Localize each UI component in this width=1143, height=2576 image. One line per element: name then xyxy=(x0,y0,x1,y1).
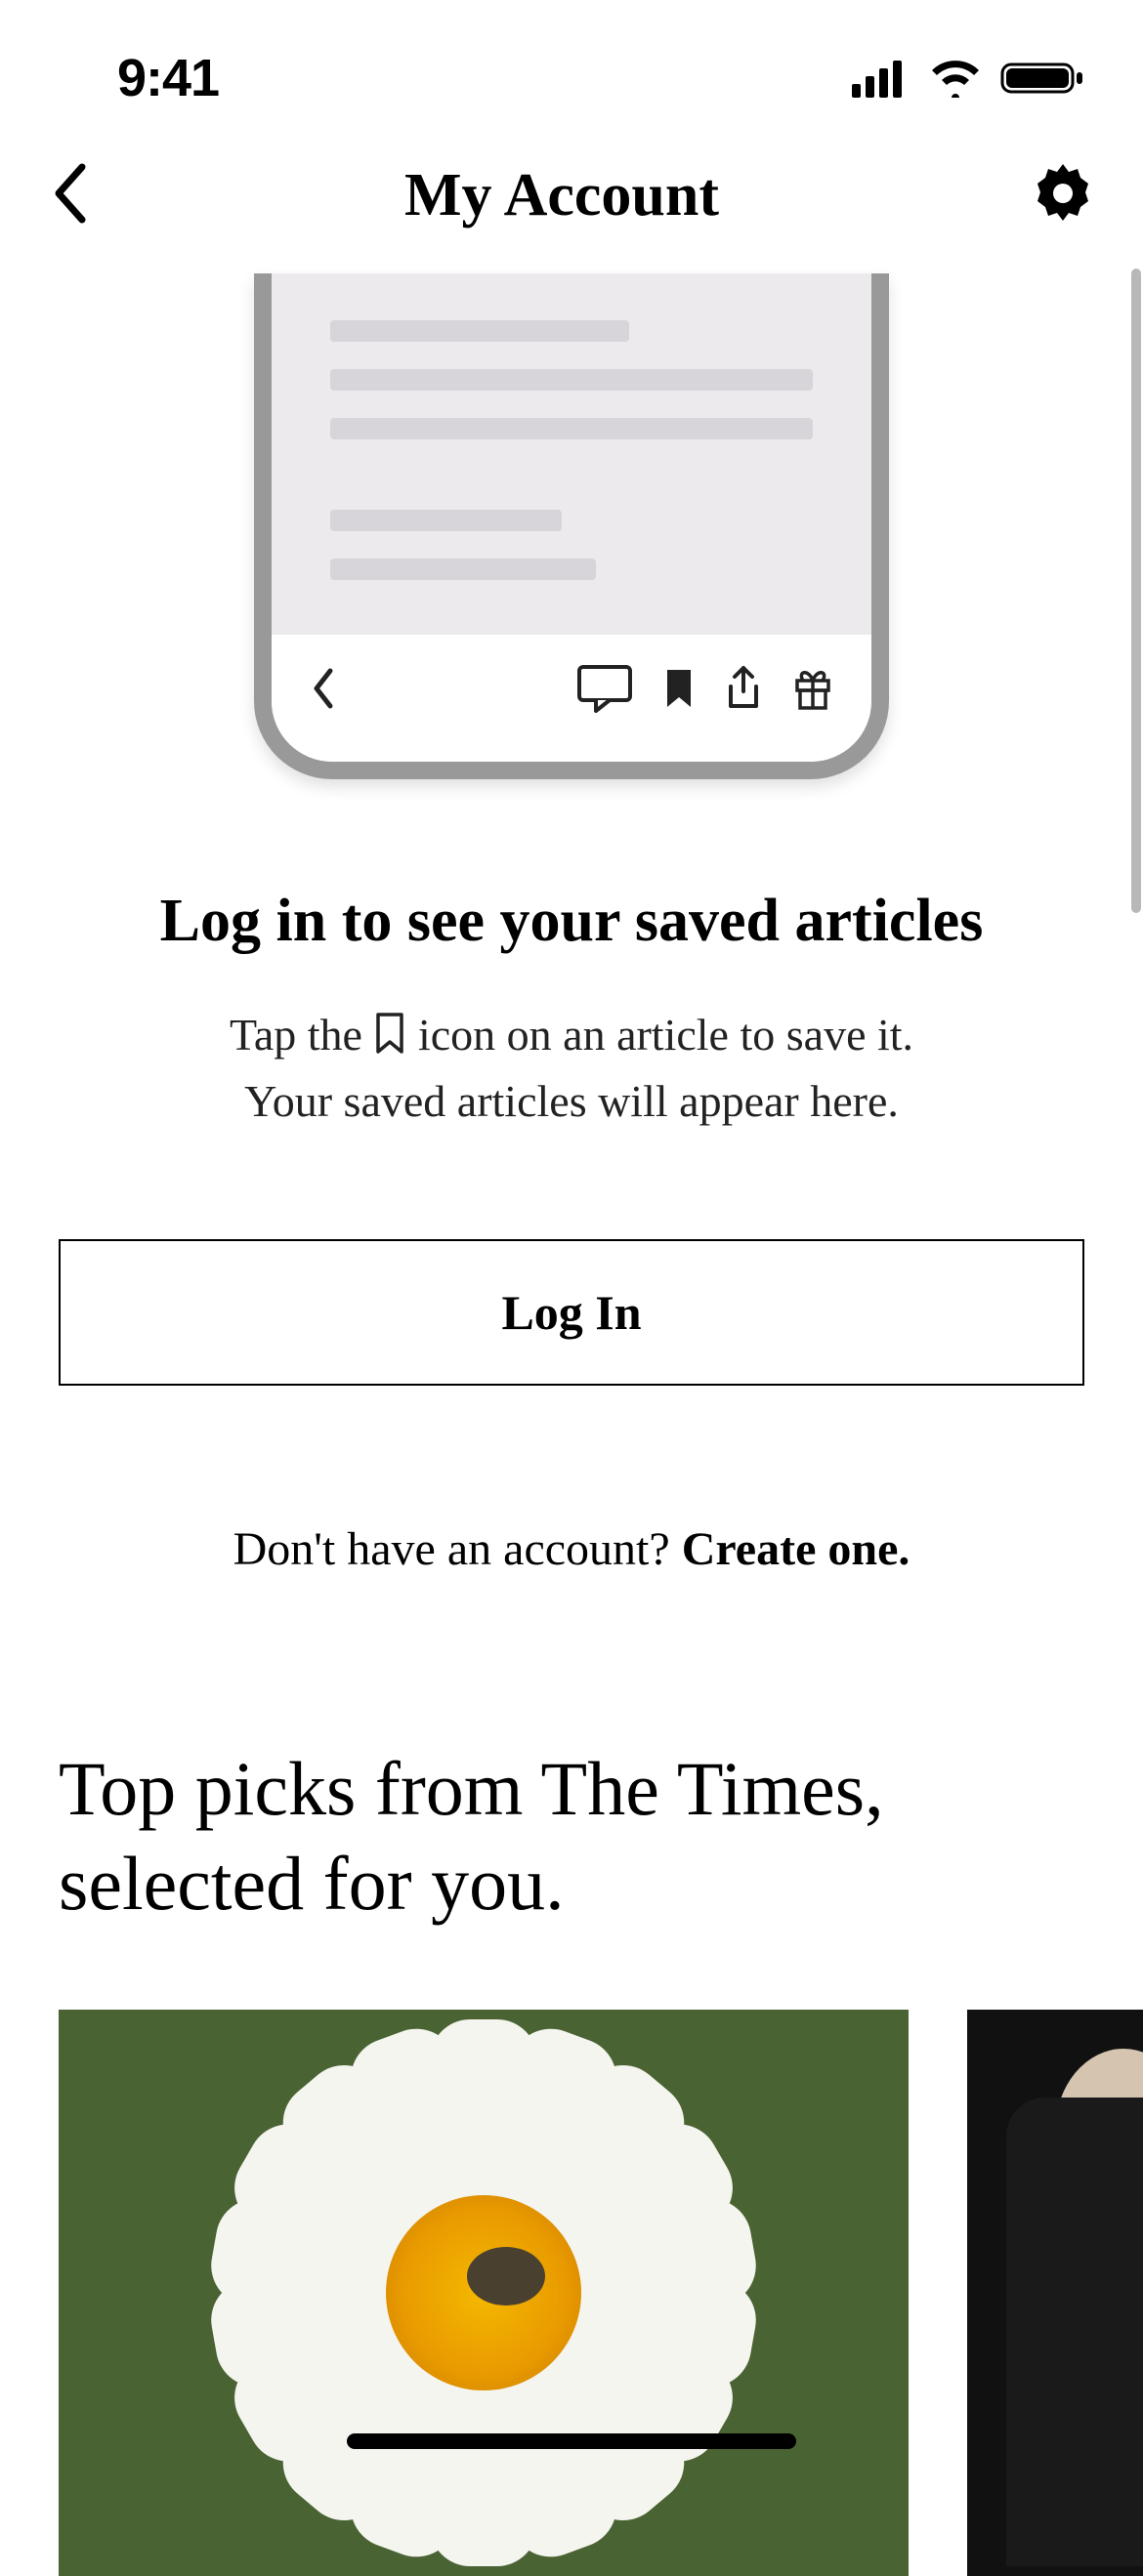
phone-illustration xyxy=(254,273,889,779)
cellular-icon xyxy=(852,59,910,98)
article-image xyxy=(967,2010,1143,2576)
login-headline: Log in to see your saved articles xyxy=(59,887,1084,956)
skeleton-line xyxy=(330,559,596,580)
status-time: 9:41 xyxy=(117,48,219,108)
gift-icon xyxy=(793,667,832,710)
status-bar: 9:41 xyxy=(0,0,1143,137)
skeleton-line xyxy=(330,418,813,439)
create-prompt: Don't have an account? xyxy=(233,1523,682,1575)
comment-icon xyxy=(576,664,633,713)
phone-toolbar xyxy=(272,635,871,762)
create-account-link[interactable]: Create one. xyxy=(682,1523,910,1575)
chevron-left-icon xyxy=(311,667,336,710)
back-button[interactable] xyxy=(49,159,92,232)
main-content: Log in to see your saved articles Tap th… xyxy=(0,273,1143,2576)
top-picks-list[interactable] xyxy=(59,2010,1084,2576)
scrollbar[interactable] xyxy=(1131,269,1141,913)
bookmark-filled-icon xyxy=(664,667,694,710)
article-card[interactable] xyxy=(967,2010,1143,2576)
login-button[interactable]: Log In xyxy=(59,1239,1084,1386)
subtext-line2: Your saved articles will appear here. xyxy=(244,1076,899,1126)
subtext-before: Tap the xyxy=(230,1010,362,1059)
phone-body xyxy=(272,273,871,635)
share-icon xyxy=(725,665,762,712)
create-account-row: Don't have an account? Create one. xyxy=(59,1522,1084,1576)
bookmark-outline-icon xyxy=(373,1011,406,1071)
skeleton-line xyxy=(330,369,813,391)
nav-bar: My Account xyxy=(0,137,1143,273)
login-subtext: Tap the icon on an article to save it. Y… xyxy=(59,1005,1084,1132)
chevron-left-icon xyxy=(49,159,92,228)
page-title: My Account xyxy=(404,161,719,230)
settings-button[interactable] xyxy=(1032,162,1094,229)
skeleton-line xyxy=(330,320,629,342)
battery-icon xyxy=(1000,59,1084,98)
gear-icon xyxy=(1032,162,1094,225)
subtext-after: icon on an article to save it. xyxy=(418,1010,913,1059)
home-indicator[interactable] xyxy=(347,2433,796,2449)
status-icons xyxy=(852,59,1084,98)
wifi-icon xyxy=(928,59,983,98)
illustration-wrap xyxy=(59,273,1084,779)
skeleton-line xyxy=(330,510,562,531)
top-picks-heading: Top picks from The Times, selected for y… xyxy=(59,1742,1084,1931)
article-image xyxy=(59,2010,909,2576)
article-card[interactable] xyxy=(59,2010,909,2576)
